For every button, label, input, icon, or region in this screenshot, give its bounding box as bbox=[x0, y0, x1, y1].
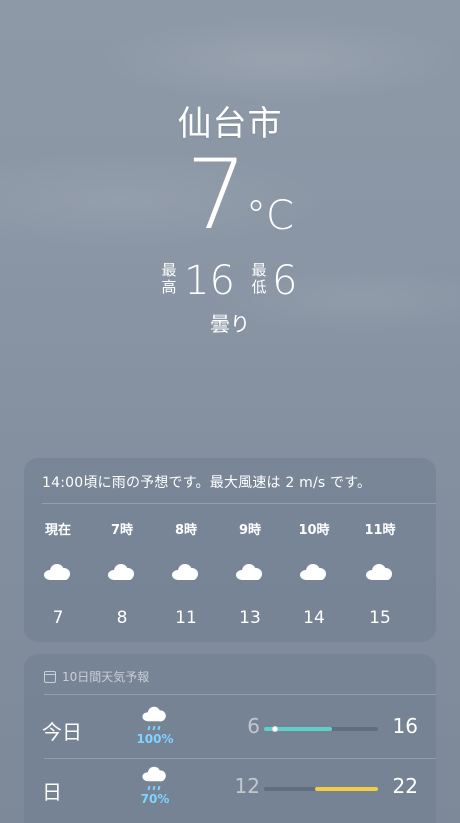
low-temp: 6 bbox=[247, 714, 260, 738]
current-temperature: 7 °C bbox=[0, 140, 460, 250]
hour-icon bbox=[162, 552, 210, 592]
hour-temperature: 14 bbox=[303, 608, 325, 628]
temperature-range-bar bbox=[264, 726, 378, 732]
hour-item: 7時 8 bbox=[98, 518, 146, 638]
forecast-day-row[interactable]: 日 70% 12 22 bbox=[24, 760, 436, 816]
hour-label: 9時 bbox=[238, 523, 262, 538]
hour-item: 10時 14 bbox=[290, 518, 338, 638]
hour-item: 1 bbox=[422, 518, 436, 638]
hour-temperature: 7 bbox=[52, 608, 64, 628]
divider bbox=[44, 758, 436, 759]
temperature-range-bar bbox=[264, 787, 378, 791]
city-name: 仙台市 bbox=[177, 104, 283, 144]
cloud-icon bbox=[142, 706, 167, 722]
ten-day-title: 10日間天気予報 bbox=[62, 670, 150, 684]
low-value: 6 bbox=[272, 258, 298, 304]
hour-label: 7時 bbox=[110, 523, 134, 538]
hour-icon bbox=[98, 552, 146, 592]
temperature-range-fill bbox=[315, 787, 378, 791]
day-label: 日 bbox=[42, 780, 62, 804]
hour-label: 11時 bbox=[364, 523, 396, 538]
cloud-icon bbox=[172, 564, 200, 580]
forecast-day-row[interactable]: 今日 100% 6 16 bbox=[24, 700, 436, 756]
ten-day-header: 10日間天気予報 bbox=[44, 668, 149, 685]
temperature-value: 7 bbox=[186, 139, 248, 251]
hour-temperature: 13 bbox=[239, 608, 261, 628]
hour-label: 8時 bbox=[174, 523, 198, 538]
condition-label: 曇り bbox=[210, 312, 250, 336]
precip-chance: 70% bbox=[140, 792, 170, 806]
hour-item: 11時 15 bbox=[356, 518, 404, 638]
high-temp: 16 bbox=[392, 714, 418, 738]
hour-label: 1 bbox=[422, 518, 436, 544]
rain-cloud-icon bbox=[136, 706, 174, 731]
hour-temperature: 8 bbox=[116, 608, 128, 628]
hourly-forecast-card[interactable]: 14:00頃に雨の予想です。最大風速は 2 m/s です。 現在 7 7時 8 8時 11… bbox=[24, 458, 436, 642]
hour-item: 現在 7 bbox=[34, 518, 82, 638]
hour-temperature: 11 bbox=[175, 608, 197, 628]
high-low: 最高 16 最低 6 bbox=[0, 258, 460, 304]
current-temp-dot bbox=[271, 726, 278, 732]
rain-cloud-icon bbox=[136, 766, 174, 791]
calendar-icon bbox=[44, 670, 56, 683]
high-temp: 22 bbox=[392, 774, 418, 798]
low-label: 最低 bbox=[251, 261, 267, 296]
hourly-summary: 14:00頃に雨の予想です。最大風速は 2 m/s です。 bbox=[42, 475, 372, 491]
hour-temperature: 15 bbox=[369, 608, 391, 628]
high-value: 16 bbox=[184, 258, 235, 304]
day-label: 今日 bbox=[42, 720, 82, 744]
hour-label: 現在 bbox=[44, 523, 71, 538]
cloud-icon bbox=[236, 564, 264, 580]
divider bbox=[44, 694, 436, 695]
low-temp: 12 bbox=[234, 774, 260, 798]
cloud-icon bbox=[44, 564, 72, 580]
hour-icon bbox=[34, 552, 82, 592]
divider bbox=[42, 503, 436, 504]
hour-icon bbox=[290, 552, 338, 592]
precip-chance: 100% bbox=[136, 732, 174, 746]
high-label: 最高 bbox=[161, 261, 177, 296]
hour-icon bbox=[422, 552, 436, 592]
cloud-icon bbox=[366, 564, 394, 580]
hour-item: 8時 11 bbox=[162, 518, 210, 638]
cloud-icon bbox=[142, 766, 167, 782]
hour-icon bbox=[226, 552, 274, 592]
cloud-icon bbox=[108, 564, 136, 580]
hour-item: 9時 13 bbox=[226, 518, 274, 638]
ten-day-forecast-card[interactable]: 10日間天気予報 今日 100% 6 16 日 70% 12 22 bbox=[24, 654, 436, 823]
cloud-icon bbox=[300, 564, 328, 580]
hour-label: 10時 bbox=[298, 523, 330, 538]
hour-icon bbox=[356, 552, 404, 592]
temperature-unit: °C bbox=[246, 193, 294, 239]
